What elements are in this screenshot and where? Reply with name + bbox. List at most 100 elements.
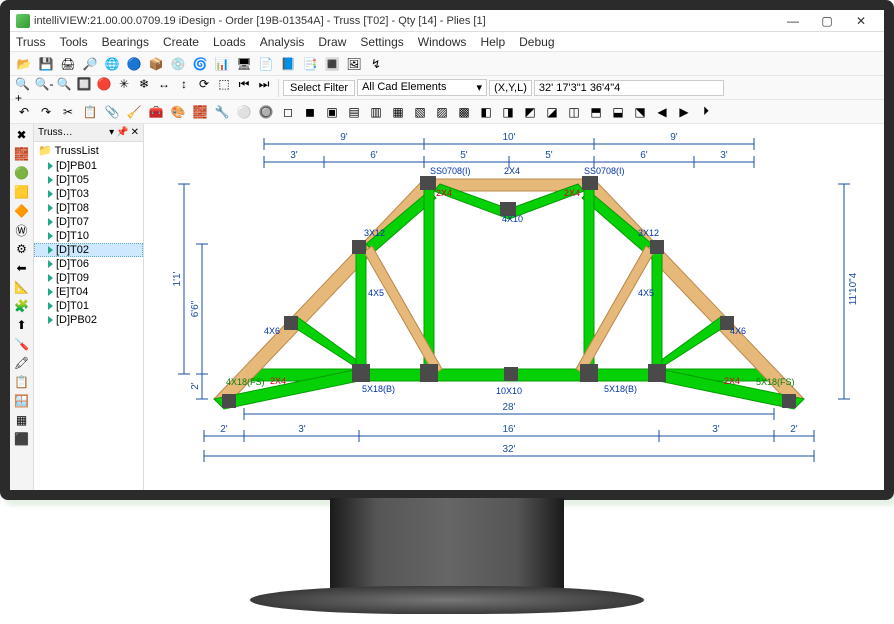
menu-draw[interactable]: Draw — [318, 35, 346, 49]
tb1-btn-11[interactable]: 📄 — [256, 54, 276, 74]
tb3-btn-14[interactable]: ▣ — [322, 102, 342, 122]
panel-tab[interactable]: Truss… — [38, 127, 73, 138]
side-icon-9[interactable]: 🧩 — [13, 297, 31, 315]
menu-settings[interactable]: Settings — [360, 35, 403, 49]
tb3-btn-24[interactable]: ◪ — [542, 102, 562, 122]
tree-item-DT10[interactable]: [D]T10 — [34, 229, 143, 243]
tb2-btn-10[interactable]: ⬚ — [214, 74, 234, 94]
drawing-canvas[interactable]: 9' 10' 9' 3' 6' 5' 5' 6' 3' — [144, 124, 884, 490]
tb3-btn-7[interactable]: 🎨 — [168, 102, 188, 122]
tb3-btn-17[interactable]: ▦ — [388, 102, 408, 122]
tree-item-DT05[interactable]: [D]T05 — [34, 173, 143, 187]
tb3-btn-9[interactable]: 🔧 — [212, 102, 232, 122]
tb3-btn-28[interactable]: ⬔ — [630, 102, 650, 122]
tb2-btn-6[interactable]: ❄ — [134, 74, 154, 94]
tree-item-DT07[interactable]: [D]T07 — [34, 215, 143, 229]
tb2-btn-11[interactable]: ⏮ — [234, 75, 254, 95]
side-icon-14[interactable]: 🪟 — [13, 392, 31, 410]
tb3-btn-10[interactable]: ⚪ — [234, 102, 254, 122]
side-icon-7[interactable]: ⬅ — [13, 259, 31, 277]
side-icon-6[interactable]: ⚙ — [13, 240, 31, 258]
tb1-btn-1[interactable]: 💾 — [36, 54, 56, 74]
tb3-btn-25[interactable]: ◫ — [564, 102, 584, 122]
tb3-btn-18[interactable]: ▧ — [410, 102, 430, 122]
tb1-btn-2[interactable]: 🖨 — [58, 54, 78, 74]
tb1-btn-16[interactable]: ↯ — [366, 54, 386, 74]
tb3-btn-8[interactable]: 🧱 — [190, 102, 210, 122]
panel-pin-icon[interactable]: 📌 — [116, 127, 128, 138]
side-icon-8[interactable]: 📐 — [13, 278, 31, 296]
tb3-btn-3[interactable]: 📋 — [80, 102, 100, 122]
tree-item-DT09[interactable]: [D]T09 — [34, 271, 143, 285]
menu-truss[interactable]: Truss — [16, 35, 46, 49]
side-icon-12[interactable]: 🖍 — [13, 354, 31, 372]
tb3-btn-22[interactable]: ◨ — [498, 102, 518, 122]
side-icon-5[interactable]: Ⓦ — [13, 221, 31, 239]
tb3-btn-1[interactable]: ↷ — [36, 102, 56, 122]
tb2-btn-3[interactable]: 🔲 — [74, 74, 94, 94]
tb1-btn-8[interactable]: 🌀 — [190, 54, 210, 74]
tb1-btn-7[interactable]: 💿 — [168, 54, 188, 74]
side-icon-0[interactable]: ✖ — [13, 126, 31, 144]
menu-tools[interactable]: Tools — [60, 35, 88, 49]
tb3-btn-4[interactable]: 📎 — [102, 102, 122, 122]
tb3-btn-15[interactable]: ▤ — [344, 102, 364, 122]
tb3-btn-21[interactable]: ◧ — [476, 102, 496, 122]
tb2-btn-2[interactable]: 🔍 — [54, 74, 74, 94]
menu-bearings[interactable]: Bearings — [102, 35, 149, 49]
tb2-btn-5[interactable]: ✳ — [114, 74, 134, 94]
tb3-btn-30[interactable]: ▶ — [674, 102, 694, 122]
tb1-btn-13[interactable]: 📑 — [300, 54, 320, 74]
tb2-btn-12[interactable]: ⏭ — [254, 75, 274, 95]
tb3-btn-29[interactable]: ◀ — [652, 102, 672, 122]
close-button[interactable]: ✕ — [844, 11, 878, 31]
tb3-btn-27[interactable]: ⬓ — [608, 102, 628, 122]
tree-item-DPB01[interactable]: [D]PB01 — [34, 159, 143, 173]
tree-item-DPB02[interactable]: [D]PB02 — [34, 313, 143, 327]
tb1-btn-0[interactable]: 📂 — [14, 54, 34, 74]
panel-dropdown-icon[interactable]: ▾ — [109, 127, 114, 138]
tb1-btn-9[interactable]: 📊 — [212, 54, 232, 74]
side-icon-11[interactable]: 🪛 — [13, 335, 31, 353]
tb3-btn-13[interactable]: ◼ — [300, 102, 320, 122]
side-icon-4[interactable]: 🔶 — [13, 202, 31, 220]
menu-create[interactable]: Create — [163, 35, 199, 49]
tb2-btn-9[interactable]: ⟳ — [194, 74, 214, 94]
tree-item-DT01[interactable]: [D]T01 — [34, 299, 143, 313]
menu-help[interactable]: Help — [480, 35, 505, 49]
menu-analysis[interactable]: Analysis — [260, 35, 305, 49]
tree-item-DT06[interactable]: [D]T06 — [34, 257, 143, 271]
side-icon-2[interactable]: 🟢 — [13, 164, 31, 182]
menu-loads[interactable]: Loads — [213, 35, 246, 49]
side-icon-1[interactable]: 🧱 — [13, 145, 31, 163]
tb1-btn-10[interactable]: 🖥 — [234, 54, 254, 74]
tb2-btn-7[interactable]: ↔ — [154, 74, 174, 94]
tree-item-DT03[interactable]: [D]T03 — [34, 187, 143, 201]
tb2-btn-4[interactable]: 🔴 — [94, 74, 114, 94]
minimize-button[interactable]: — — [776, 11, 810, 31]
tb3-btn-31[interactable]: ⏵ — [696, 102, 716, 122]
side-icon-16[interactable]: ⬛ — [13, 430, 31, 448]
menu-debug[interactable]: Debug — [519, 35, 554, 49]
tb3-btn-12[interactable]: ◻ — [278, 102, 298, 122]
tree-item-DT08[interactable]: [D]T08 — [34, 201, 143, 215]
side-icon-10[interactable]: ⬆ — [13, 316, 31, 334]
side-icon-3[interactable]: 🟨 — [13, 183, 31, 201]
tb3-btn-6[interactable]: 🧰 — [146, 102, 166, 122]
menu-windows[interactable]: Windows — [418, 35, 467, 49]
tb2-btn-1[interactable]: 🔍- — [34, 74, 54, 94]
tb1-btn-6[interactable]: 📦 — [146, 54, 166, 74]
tb3-btn-19[interactable]: ▨ — [432, 102, 452, 122]
tb3-btn-5[interactable]: 🧹 — [124, 102, 144, 122]
tb3-btn-2[interactable]: ✂ — [58, 102, 78, 122]
tb3-btn-20[interactable]: ▩ — [454, 102, 474, 122]
filter-select[interactable]: All Cad Elements ▾ — [357, 79, 487, 96]
maximize-button[interactable]: ▢ — [810, 11, 844, 31]
tb1-btn-4[interactable]: 🌐 — [102, 54, 122, 74]
tb1-btn-5[interactable]: 🔵 — [124, 54, 144, 74]
side-icon-15[interactable]: ▦ — [13, 411, 31, 429]
tb3-btn-0[interactable]: ↶ — [14, 102, 34, 122]
panel-close-icon[interactable]: ✕ — [131, 127, 139, 138]
side-icon-13[interactable]: 📋 — [13, 373, 31, 391]
tb2-btn-8[interactable]: ↕ — [174, 74, 194, 94]
